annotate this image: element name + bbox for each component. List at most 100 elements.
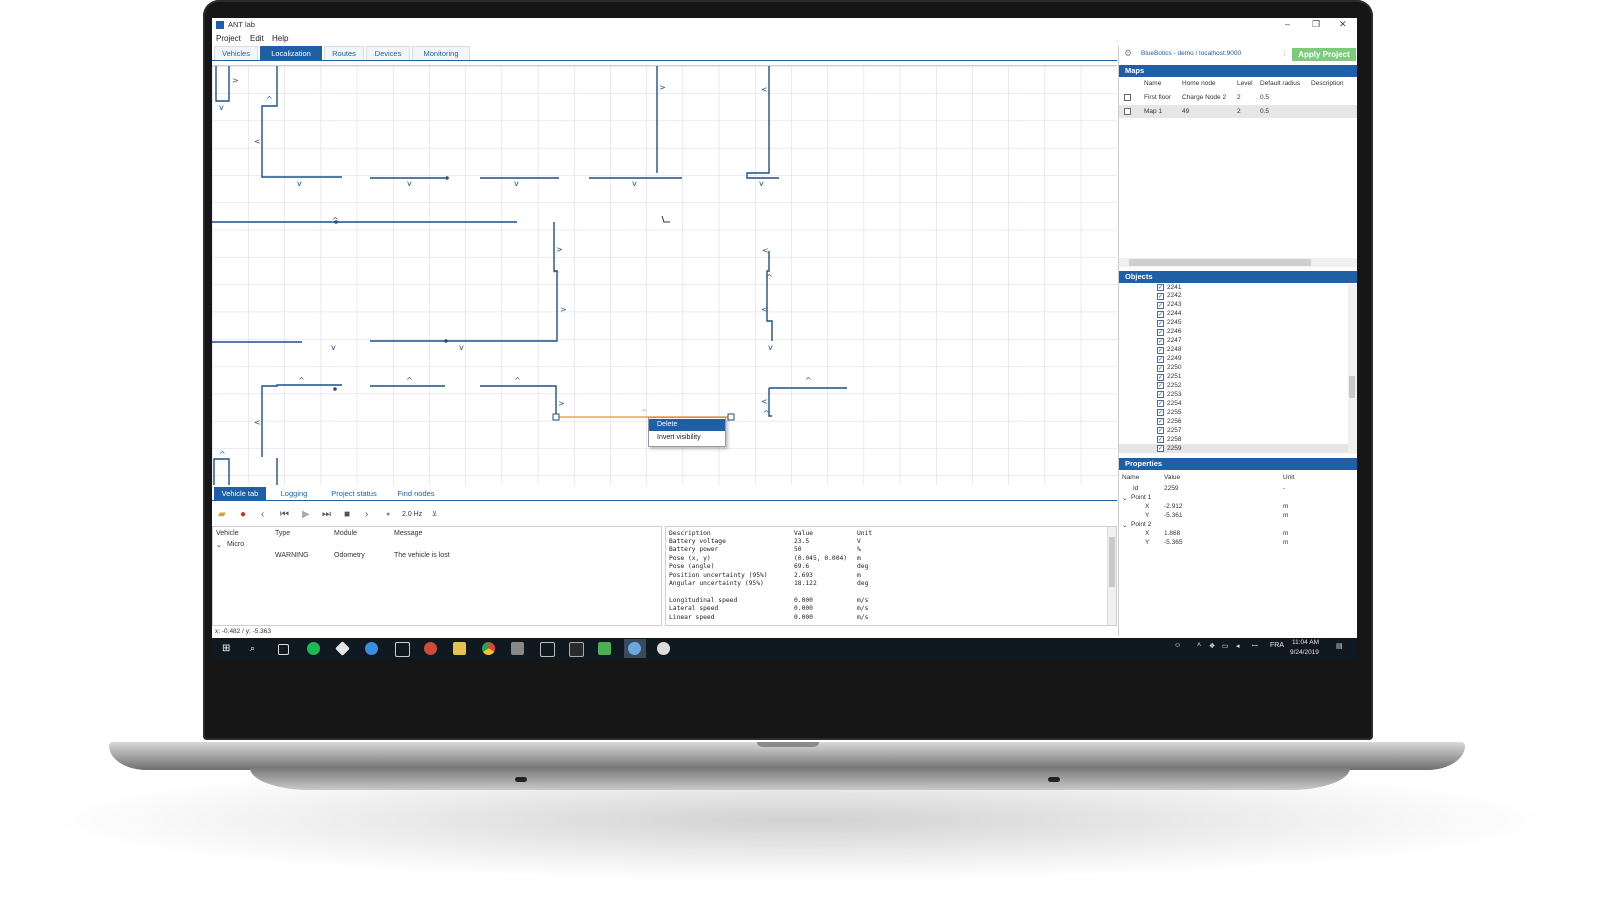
object-checkbox[interactable]: ✓ <box>1157 409 1164 417</box>
ant-lab-taskbar-icon[interactable] <box>628 642 641 655</box>
dropdown-icon[interactable]: ⊻ <box>432 510 437 518</box>
search-icon[interactable]: ⌕ <box>250 642 263 655</box>
app-icon[interactable] <box>424 642 437 655</box>
prop-point1-y[interactable]: -5.361 <box>1164 512 1182 519</box>
app-icon[interactable] <box>335 641 350 656</box>
notification-icon[interactable]: ▤ <box>1336 642 1343 650</box>
status-scrollbar[interactable] <box>1107 527 1116 625</box>
prop-point2-y[interactable]: -5.365 <box>1164 539 1182 546</box>
windows-start-icon[interactable]: ⊞ <box>222 642 235 655</box>
object-row-selected[interactable] <box>1119 444 1348 454</box>
menu-edit[interactable]: Edit <box>250 34 264 43</box>
object-item[interactable]: 2247 <box>1167 337 1181 344</box>
app-icon[interactable] <box>657 642 670 655</box>
menu-project[interactable]: Project <box>216 34 241 43</box>
previous-icon[interactable]: ‹ <box>261 509 264 520</box>
rate-select[interactable]: 2.0 Hz <box>402 511 422 518</box>
object-item[interactable]: 2259 <box>1167 445 1181 452</box>
map-row-name[interactable]: Map 1 <box>1144 108 1162 115</box>
apply-project-button[interactable]: Apply Project <box>1292 48 1356 61</box>
app-icon[interactable] <box>598 642 611 655</box>
next-icon[interactable]: › <box>365 509 368 520</box>
language-indicator[interactable]: FRA <box>1270 642 1284 649</box>
object-checkbox[interactable]: ✓ <box>1157 391 1164 399</box>
more-icon[interactable]: ⋮ <box>1281 49 1288 57</box>
map-checkbox[interactable] <box>1124 108 1131 115</box>
object-item[interactable]: 2242 <box>1167 292 1181 299</box>
people-icon[interactable]: ☺ <box>1174 642 1181 649</box>
object-checkbox[interactable]: ✓ <box>1157 418 1164 426</box>
object-checkbox[interactable]: ✓ <box>1157 400 1164 408</box>
dropbox-icon[interactable]: ❖ <box>1209 642 1215 650</box>
map-row-name[interactable]: First floor <box>1144 94 1171 101</box>
network-icon[interactable]: ▭ <box>1222 642 1229 650</box>
object-checkbox[interactable]: ✓ <box>1157 436 1164 444</box>
object-item[interactable]: 2241 <box>1167 284 1181 291</box>
object-checkbox[interactable]: ✓ <box>1157 284 1164 291</box>
object-item[interactable]: 2254 <box>1167 400 1181 407</box>
node[interactable] <box>334 220 338 224</box>
chevron-down-icon[interactable]: ⌄ <box>216 541 222 549</box>
maximize-icon[interactable]: ❐ <box>1312 19 1320 30</box>
object-item[interactable]: 2250 <box>1167 364 1181 371</box>
prop-point1-x[interactable]: -2.912 <box>1164 503 1182 510</box>
tab-vehicle[interactable]: Vehicle tab <box>214 487 266 500</box>
objects-scrollbar[interactable] <box>1348 284 1357 454</box>
object-item[interactable]: 2253 <box>1167 391 1181 398</box>
prop-id-value[interactable]: 2259 <box>1164 485 1178 492</box>
app-icon[interactable] <box>511 642 524 655</box>
object-item[interactable]: 2244 <box>1167 310 1181 317</box>
object-checkbox[interactable]: ✓ <box>1157 427 1164 435</box>
tab-routes[interactable]: Routes <box>324 46 364 60</box>
fast-forward-icon[interactable]: ⏭ <box>322 509 331 520</box>
spotify-icon[interactable] <box>307 642 320 655</box>
object-checkbox[interactable]: ✓ <box>1157 319 1164 327</box>
object-checkbox[interactable]: ✓ <box>1157 382 1164 390</box>
object-item[interactable]: 2243 <box>1167 301 1181 308</box>
node[interactable] <box>445 176 449 180</box>
object-checkbox[interactable]: ✓ <box>1157 355 1164 363</box>
object-item[interactable]: 2258 <box>1167 436 1181 443</box>
scrollbar-thumb[interactable] <box>1349 376 1355 398</box>
rewind-icon[interactable]: ⏮ <box>280 509 289 520</box>
object-checkbox[interactable]: ✓ <box>1157 445 1164 453</box>
app-icon[interactable] <box>365 642 378 655</box>
object-item[interactable]: 2249 <box>1167 355 1181 362</box>
clock-time[interactable]: 11:04 AM <box>1292 639 1319 646</box>
ime-icon[interactable]: ꟷ <box>1252 642 1258 651</box>
node[interactable] <box>333 387 337 391</box>
object-checkbox[interactable]: ✓ <box>1157 292 1164 300</box>
context-invert-visibility[interactable]: Invert visibility <box>649 432 725 444</box>
tab-monitoring[interactable]: Monitoring <box>412 46 470 60</box>
map-checkbox[interactable] <box>1124 94 1131 101</box>
object-checkbox[interactable]: ✓ <box>1157 373 1164 381</box>
chevron-up-icon[interactable]: ˄ <box>1197 642 1201 649</box>
tab-project-status[interactable]: Project status <box>322 487 386 500</box>
stop-icon[interactable]: ■ <box>344 509 350 520</box>
object-item[interactable]: 2248 <box>1167 346 1181 353</box>
object-checkbox[interactable]: ✓ <box>1157 301 1164 309</box>
clock-date[interactable]: 9/24/2019 <box>1290 649 1319 656</box>
chevron-down-icon[interactable]: ⌄ <box>1122 521 1127 529</box>
scrollbar-thumb[interactable] <box>1129 259 1311 266</box>
object-item[interactable]: 2245 <box>1167 319 1181 326</box>
selection-handle[interactable] <box>727 413 735 421</box>
prop-point2-x[interactable]: 1.868 <box>1164 530 1180 537</box>
folder-icon[interactable] <box>453 642 466 655</box>
gear-icon[interactable]: ⚙ <box>1124 48 1132 59</box>
object-checkbox[interactable]: ✓ <box>1157 310 1164 318</box>
app-icon[interactable] <box>540 642 555 657</box>
app-icon[interactable] <box>569 642 584 657</box>
object-item[interactable]: 2255 <box>1167 409 1181 416</box>
vehicle-group[interactable]: Micro <box>227 541 244 548</box>
object-item[interactable]: 2256 <box>1167 418 1181 425</box>
object-item[interactable]: 2246 <box>1167 328 1181 335</box>
tab-find-nodes[interactable]: Find nodes <box>390 487 442 500</box>
pin-icon[interactable]: ● <box>240 509 246 520</box>
object-checkbox[interactable]: ✓ <box>1157 364 1164 372</box>
object-checkbox[interactable]: ✓ <box>1157 328 1164 336</box>
task-view-icon[interactable] <box>278 644 289 655</box>
chevron-down-icon[interactable]: ⌄ <box>1122 494 1127 502</box>
tab-localization[interactable]: Localization <box>260 46 322 60</box>
scrollbar-thumb[interactable] <box>1109 537 1115 587</box>
